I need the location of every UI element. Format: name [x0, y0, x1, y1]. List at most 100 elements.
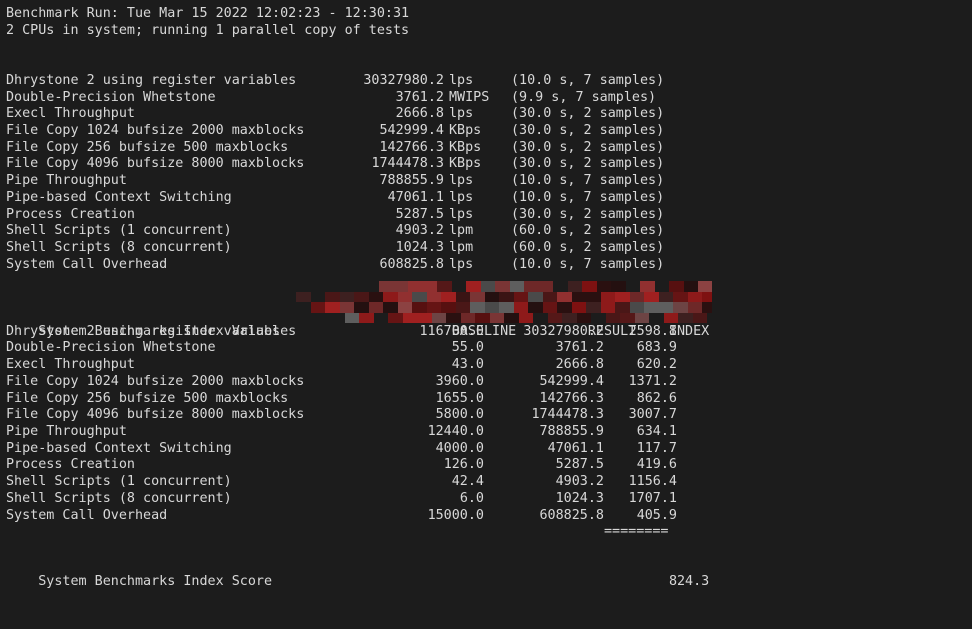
- benchmark-unit: lps: [449, 256, 474, 272]
- index-baseline-value: 6.0: [459, 490, 484, 506]
- index-index-value: 117.7: [636, 440, 677, 456]
- benchmark-result-row: Pipe-based Context Switching 47061.1 lps (1…: [6, 190, 972, 207]
- benchmark-value: 142766.3: [379, 139, 445, 155]
- index-result-value: 47061.1: [547, 440, 604, 456]
- index-score-label: System Benchmarks Index Score: [38, 574, 273, 590]
- benchmark-timing: (10.0 s, 7 samples): [511, 173, 665, 189]
- index-benchmark-name: Execl Throughput: [6, 357, 135, 373]
- index-table-header: System Benchmarks Index Values BASELINE RE…: [6, 307, 972, 339]
- benchmark-timing: (30.0 s, 2 samples): [511, 156, 665, 172]
- index-baseline-value: 5800.0: [435, 407, 484, 423]
- index-index-value: 620.2: [636, 357, 677, 373]
- index-baseline-value: 55.0: [451, 340, 484, 356]
- benchmark-result-row: Dhrystone 2 using register variables 3032…: [6, 73, 972, 90]
- index-benchmark-name: File Copy 256 bufsize 500 maxblocks: [6, 390, 289, 406]
- benchmark-value: 608825.8: [379, 256, 445, 272]
- index-result-value: 608825.8: [539, 507, 605, 523]
- benchmark-unit: KBps: [449, 123, 482, 139]
- index-benchmark-name: Shell Scripts (8 concurrent): [6, 490, 232, 506]
- benchmark-timing: (60.0 s, 2 samples): [511, 223, 665, 239]
- benchmark-timing: (10.0 s, 7 samples): [511, 72, 665, 88]
- index-index-value: 634.1: [636, 423, 677, 439]
- benchmark-result-row: File Copy 4096 bufsize 8000 maxblocks 174…: [6, 156, 972, 173]
- benchmark-unit: lps: [449, 106, 474, 122]
- benchmark-result-row: File Copy 256 bufsize 500 maxblocks 14276…: [6, 140, 972, 157]
- benchmark-unit: lpm: [449, 223, 474, 239]
- index-result-value: 142766.3: [539, 390, 605, 406]
- benchmark-unit: lpm: [449, 240, 474, 256]
- index-result-value: 3761.2: [555, 340, 604, 356]
- benchmark-value: 542999.4: [379, 123, 445, 139]
- index-table-row: File Copy 4096 bufsize 8000 maxblocks 580…: [6, 407, 972, 424]
- index-table-row: File Copy 1024 bufsize 2000 maxblocks 396…: [6, 374, 972, 391]
- benchmark-result-row: Process Creation 5287.5 lps (30.0 s, 2 samp…: [6, 207, 972, 224]
- index-benchmark-name: Pipe Throughput: [6, 423, 127, 439]
- index-table-row: Shell Scripts (8 concurrent) 6.0 1024.3 170…: [6, 491, 972, 508]
- index-baseline-value: 4000.0: [435, 440, 484, 456]
- benchmark-name: System Call Overhead: [6, 256, 168, 272]
- index-index-value: 419.6: [636, 457, 677, 473]
- benchmark-value: 1744478.3: [371, 156, 444, 172]
- index-index-value: 862.6: [636, 390, 677, 406]
- benchmark-timing: (60.0 s, 2 samples): [511, 240, 665, 256]
- benchmark-result-row: Double-Precision Whetstone 3761.2 MWIPS (9.…: [6, 90, 972, 107]
- index-index-value: 1371.2: [628, 373, 677, 389]
- benchmark-result-row: Shell Scripts (1 concurrent) 4903.2 lpm (60…: [6, 223, 972, 240]
- benchmark-value: 788855.9: [379, 173, 445, 189]
- benchmark-unit: KBps: [449, 139, 482, 155]
- index-result-value: 1024.3: [555, 490, 604, 506]
- benchmark-value: 1024.3: [395, 240, 444, 256]
- benchmark-unit: lps: [449, 189, 474, 205]
- benchmark-name: Execl Throughput: [6, 106, 135, 122]
- index-baseline-value: 42.4: [451, 474, 484, 490]
- separator-row: ========: [6, 524, 972, 541]
- index-result-value: 30327980.2: [523, 323, 604, 339]
- index-table-row: Pipe-based Context Switching 4000.0 47061.…: [6, 441, 972, 458]
- index-benchmark-name: Shell Scripts (1 concurrent): [6, 474, 232, 490]
- index-table-row: Process Creation 126.0 5287.5 419.6: [6, 457, 972, 474]
- index-benchmark-name: File Copy 1024 bufsize 2000 maxblocks: [6, 373, 305, 389]
- benchmark-unit: KBps: [449, 156, 482, 172]
- benchmark-result-row: Shell Scripts (8 concurrent) 1024.3 lpm (60…: [6, 240, 972, 257]
- index-result-value: 5287.5: [555, 457, 604, 473]
- index-table-row: Double-Precision Whetstone 55.0 3761.2 683.…: [6, 340, 972, 357]
- index-baseline-value: 43.0: [451, 357, 484, 373]
- index-baseline-value: 126.0: [443, 457, 484, 473]
- index-index-value: 405.9: [636, 507, 677, 523]
- benchmark-value: 30327980.2: [363, 72, 444, 88]
- index-baseline-value: 116700.0: [419, 323, 485, 339]
- benchmark-value: 5287.5: [395, 206, 444, 222]
- benchmark-result-row: Pipe Throughput 788855.9 lps (10.0 s, 7 sam…: [6, 173, 972, 190]
- index-index-value: 1156.4: [628, 474, 677, 490]
- index-index-value: 1707.1: [628, 490, 677, 506]
- index-index-value: 2598.8: [628, 323, 677, 339]
- benchmark-timing: (10.0 s, 7 samples): [511, 189, 665, 205]
- index-baseline-value: 1655.0: [435, 390, 484, 406]
- index-baseline-value: 15000.0: [427, 507, 484, 523]
- benchmark-timing: (9.9 s, 7 samples): [511, 89, 657, 105]
- index-result-value: 4903.2: [555, 474, 604, 490]
- index-result-value: 542999.4: [539, 373, 605, 389]
- benchmark-name: Pipe-based Context Switching: [6, 189, 232, 205]
- index-benchmark-name: Dhrystone 2 using register variables: [6, 323, 297, 339]
- benchmark-result-row: File Copy 1024 bufsize 2000 maxblocks 542…: [6, 123, 972, 140]
- index-table-row: System Call Overhead 15000.0 608825.8 405.9: [6, 508, 972, 525]
- index-result-value: 788855.9: [539, 423, 605, 439]
- benchmark-name: File Copy 4096 bufsize 8000 maxblocks: [6, 156, 305, 172]
- benchmark-unit: lps: [449, 173, 474, 189]
- index-result-value: 2666.8: [555, 357, 604, 373]
- benchmark-name: Process Creation: [6, 206, 135, 222]
- index-benchmark-name: File Copy 4096 bufsize 8000 maxblocks: [6, 407, 305, 423]
- benchmark-timing: (30.0 s, 2 samples): [511, 123, 665, 139]
- benchmark-name: Shell Scripts (8 concurrent): [6, 240, 232, 256]
- separator-rule: ========: [604, 524, 669, 540]
- benchmark-value: 2666.8: [395, 106, 444, 122]
- index-table-row: Execl Throughput 43.0 2666.8 620.2: [6, 357, 972, 374]
- benchmark-name: Dhrystone 2 using register variables: [6, 72, 297, 88]
- index-table-row: File Copy 256 bufsize 500 maxblocks 1655.…: [6, 391, 972, 408]
- index-score-row: System Benchmarks Index Score 824.3: [6, 558, 972, 589]
